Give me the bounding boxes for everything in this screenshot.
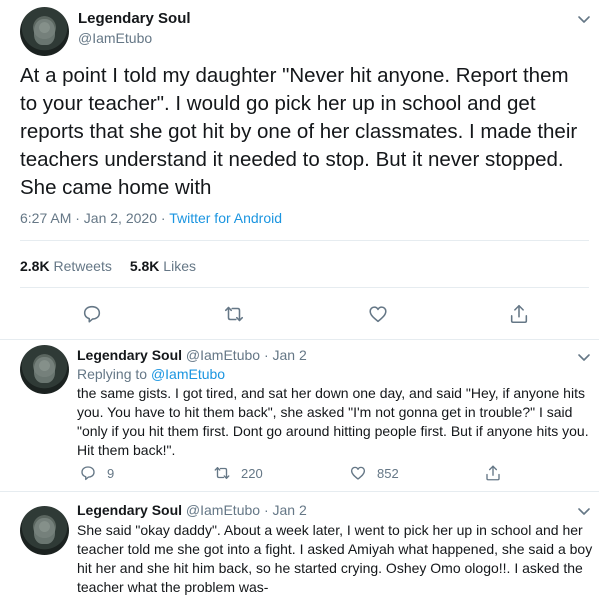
author-handle[interactable]: @IamEtubo xyxy=(186,347,260,363)
author-handle[interactable]: @IamEtubo xyxy=(186,502,260,518)
likes-stat[interactable]: 5.8K Likes xyxy=(130,258,196,274)
reply-tweet[interactable]: Legendary Soul @IamEtubo · Jan 2 She sai… xyxy=(0,492,599,603)
author-name[interactable]: Legendary Soul xyxy=(78,10,191,27)
retweet-icon[interactable] xyxy=(223,303,245,325)
reply-tweet[interactable]: Legendary Soul @IamEtubo · Jan 2 Replyin… xyxy=(0,340,599,492)
tweet-meta: 6:27 AM · Jan 2, 2020 · Twitter for Andr… xyxy=(20,210,282,226)
source-link[interactable]: Twitter for Android xyxy=(169,210,282,226)
divider xyxy=(20,287,589,288)
tweet-stats: 2.8K Retweets 5.8K Likes xyxy=(20,258,196,274)
reply-count: 9 xyxy=(107,465,115,481)
replying-to-link[interactable]: @IamEtubo xyxy=(151,366,225,382)
replying-to: Replying to @IamEtubo xyxy=(77,366,225,382)
retweet-button[interactable]: 220 xyxy=(213,464,263,482)
reply-date[interactable]: · Jan 2 xyxy=(264,347,307,363)
main-tweet: Legendary Soul @IamEtubo At a point I to… xyxy=(0,0,599,340)
reply-button[interactable]: 9 xyxy=(79,464,114,482)
reply-icon xyxy=(81,466,95,481)
tweet-text: At a point I told my daughter "Never hit… xyxy=(20,64,578,199)
share-button[interactable] xyxy=(484,464,512,482)
reply-text: She said "okay daddy". About a week late… xyxy=(77,522,593,595)
reply-text: the same gists. I got tired, and sat her… xyxy=(77,385,589,458)
author-name[interactable]: Legendary Soul xyxy=(77,347,182,363)
chevron-down-icon[interactable] xyxy=(577,504,591,518)
retweets-count: 2.8K xyxy=(20,258,50,274)
retweet-count: 220 xyxy=(241,465,263,481)
author-handle[interactable]: @IamEtubo xyxy=(78,30,152,46)
retweets-label: Retweets xyxy=(53,258,112,274)
author-name[interactable]: Legendary Soul xyxy=(77,502,182,518)
likes-label: Likes xyxy=(163,258,196,274)
retweet-icon xyxy=(214,467,230,479)
likes-count: 5.8K xyxy=(129,258,160,274)
reply-header: Legendary Soul @IamEtubo · Jan 2 xyxy=(77,502,307,518)
share-icon xyxy=(486,465,500,481)
reply-icon[interactable] xyxy=(81,303,103,325)
avatar[interactable] xyxy=(20,345,69,394)
chevron-down-icon[interactable] xyxy=(577,350,591,364)
reply-date[interactable]: · Jan 2 xyxy=(264,502,307,518)
divider xyxy=(20,240,589,241)
like-button[interactable]: 852 xyxy=(349,464,399,482)
retweets-stat[interactable]: 2.8K Retweets xyxy=(20,258,112,274)
timestamp[interactable]: 6:27 AM · Jan 2, 2020 xyxy=(20,210,157,226)
avatar[interactable] xyxy=(20,7,69,56)
like-count: 852 xyxy=(377,465,399,481)
avatar[interactable] xyxy=(20,506,69,555)
reply-header: Legendary Soul @IamEtubo · Jan 2 xyxy=(77,347,307,363)
chevron-down-icon[interactable] xyxy=(577,12,591,26)
heart-icon[interactable] xyxy=(367,303,389,325)
meta-separator: · xyxy=(156,210,170,226)
replying-prefix: Replying to xyxy=(77,366,148,382)
heart-icon xyxy=(350,466,366,480)
share-icon[interactable] xyxy=(508,303,530,325)
